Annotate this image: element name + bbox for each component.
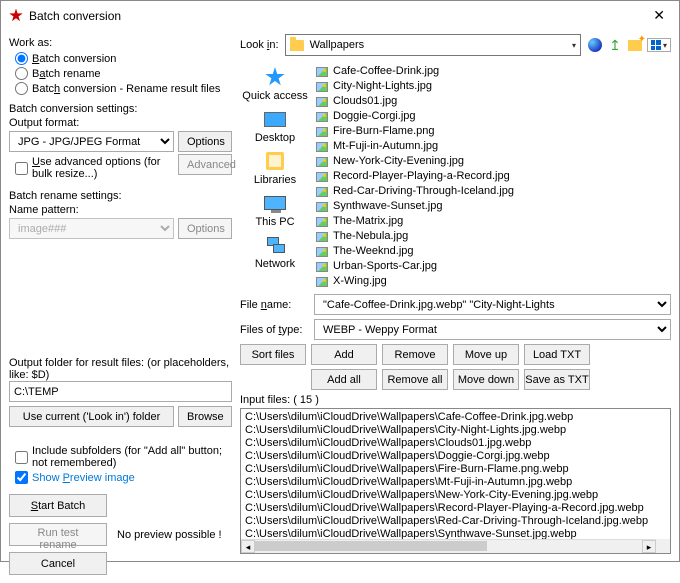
workas-label: Work as:	[9, 37, 232, 49]
place-desktop[interactable]: Desktop	[253, 106, 297, 146]
image-icon	[316, 172, 328, 182]
file-item[interactable]: Urban-Sports-Car.jpg	[314, 259, 667, 274]
image-icon	[316, 187, 328, 197]
show-preview-check[interactable]: Show Preview image	[15, 471, 232, 484]
back-icon[interactable]	[587, 37, 603, 53]
run-test-rename-button: Run test rename	[9, 523, 107, 546]
input-file-row[interactable]: C:\Users\dilum\iCloudDrive\Wallpapers\Mt…	[245, 476, 666, 489]
close-icon[interactable]: ✕	[647, 7, 671, 24]
image-icon	[316, 142, 328, 152]
titlebar: Batch conversion ✕	[1, 1, 679, 30]
file-item[interactable]: Fire-Burn-Flame.png	[314, 124, 667, 139]
input-file-row[interactable]: C:\Users\dilum\iCloudDrive\Wallpapers\Re…	[245, 502, 666, 515]
input-file-row[interactable]: C:\Users\dilum\iCloudDrive\Wallpapers\Re…	[245, 515, 666, 528]
file-item[interactable]: Red-Car-Driving-Through-Iceland.jpg	[314, 184, 667, 199]
image-icon	[316, 247, 328, 257]
file-item[interactable]: Clouds01.jpg	[314, 94, 667, 109]
load-txt-button[interactable]: Load TXT	[524, 344, 590, 365]
input-files-label: Input files: ( 15 )	[240, 394, 671, 406]
file-item[interactable]: Synthwave-Sunset.jpg	[314, 199, 667, 214]
image-icon	[316, 232, 328, 242]
input-file-row[interactable]: C:\Users\dilum\iCloudDrive\Wallpapers\Ci…	[245, 424, 666, 437]
input-file-row[interactable]: C:\Users\dilum\iCloudDrive\Wallpapers\Ca…	[245, 411, 666, 424]
input-files-list[interactable]: C:\Users\dilum\iCloudDrive\Wallpapers\Ca…	[240, 408, 671, 554]
new-folder-icon[interactable]	[627, 37, 643, 53]
name-pattern-select: image###	[9, 218, 174, 239]
place-network[interactable]: Network	[253, 232, 297, 272]
image-icon	[316, 112, 328, 122]
image-icon	[316, 202, 328, 212]
image-icon	[316, 217, 328, 227]
up-folder-icon[interactable]: ↥	[607, 37, 623, 53]
file-item[interactable]: Doggie-Corgi.jpg	[314, 109, 667, 124]
file-item[interactable]: The-Matrix.jpg	[314, 214, 667, 229]
cancel-button[interactable]: Cancel	[9, 552, 107, 575]
add-all-button[interactable]: Add all	[311, 369, 377, 390]
input-file-row[interactable]: C:\Users\dilum\iCloudDrive\Wallpapers\Fi…	[245, 463, 666, 476]
filetype-select[interactable]: WEBP - Weppy Format	[314, 319, 671, 340]
format-options-button[interactable]: Options	[178, 131, 232, 152]
file-item[interactable]: X-Wing.jpg	[314, 274, 667, 289]
pattern-label: Name pattern:	[9, 204, 232, 216]
output-format-select[interactable]: JPG - JPG/JPEG Format	[9, 131, 174, 152]
place-libraries[interactable]: Libraries	[252, 148, 298, 188]
image-icon	[316, 82, 328, 92]
move-up-button[interactable]: Move up	[453, 344, 519, 365]
filetype-label: Files of type:	[240, 324, 308, 336]
input-file-row[interactable]: C:\Users\dilum\iCloudDrive\Wallpapers\Cl…	[245, 437, 666, 450]
file-item[interactable]: Cafe-Coffee-Drink.jpg	[314, 64, 667, 79]
horizontal-scrollbar[interactable]: ◂▸	[241, 539, 656, 553]
radio-batch-rename[interactable]: Batch rename	[15, 67, 232, 80]
image-icon	[316, 67, 328, 77]
browse-button[interactable]: Browse	[178, 406, 232, 427]
advanced-button: Advanced	[178, 154, 232, 175]
chevron-down-icon: ▾	[572, 41, 576, 50]
window-title: Batch conversion	[29, 9, 647, 23]
file-item[interactable]: Record-Player-Playing-a-Record.jpg	[314, 169, 667, 184]
outfmt-label: Output format:	[9, 117, 232, 129]
file-list[interactable]: Cafe-Coffee-Drink.jpgCity-Night-Lights.j…	[310, 62, 671, 290]
place-this-pc[interactable]: This PC	[253, 190, 296, 230]
include-subfolders-check[interactable]: Include subfolders (for "Add all" button…	[15, 445, 232, 469]
file-item[interactable]: City-Night-Lights.jpg	[314, 79, 667, 94]
filename-input[interactable]: "Cafe-Coffee-Drink.jpg.webp" "City-Night…	[314, 294, 671, 315]
use-current-folder-button[interactable]: Use current ('Look in') folder	[9, 406, 174, 427]
save-txt-button[interactable]: Save as TXT	[524, 369, 590, 390]
app-icon	[9, 9, 23, 23]
start-batch-button[interactable]: Start Batch	[9, 494, 107, 517]
folder-icon	[290, 40, 304, 51]
sort-files-button[interactable]: Sort files	[240, 344, 306, 365]
image-icon	[316, 97, 328, 107]
image-icon	[316, 157, 328, 167]
file-item[interactable]: Mt-Fuji-in-Autumn.jpg	[314, 139, 667, 154]
no-preview-text: No preview possible !	[117, 529, 222, 541]
file-item[interactable]: New-York-City-Evening.jpg	[314, 154, 667, 169]
bcs-label: Batch conversion settings:	[9, 103, 232, 115]
brs-label: Batch rename settings:	[9, 190, 232, 202]
file-item[interactable]: The-Nebula.jpg	[314, 229, 667, 244]
radio-batch-conversion[interactable]: Batch conversion	[15, 52, 232, 65]
add-button[interactable]: Add	[311, 344, 377, 365]
image-icon	[316, 127, 328, 137]
input-file-row[interactable]: C:\Users\dilum\iCloudDrive\Wallpapers\Ne…	[245, 489, 666, 502]
move-down-button[interactable]: Move down	[453, 369, 519, 390]
lookin-label: Look in:	[240, 39, 279, 51]
output-folder-input[interactable]	[9, 381, 232, 402]
image-icon	[316, 262, 328, 272]
remove-button[interactable]: Remove	[382, 344, 448, 365]
file-item[interactable]: The-Weeknd.jpg	[314, 244, 667, 259]
rename-options-button: Options	[178, 218, 232, 239]
place-quick-access[interactable]: Quick access	[240, 64, 309, 104]
image-icon	[316, 277, 328, 287]
output-folder-label: Output folder for result files: (or plac…	[9, 357, 232, 381]
radio-batch-conv-rename[interactable]: Batch conversion - Rename result files	[15, 82, 232, 95]
filename-label: File name:	[240, 299, 308, 311]
view-menu-button[interactable]: ▾	[647, 38, 671, 52]
remove-all-button[interactable]: Remove all	[382, 369, 448, 390]
lookin-folder-select[interactable]: Wallpapers ▾	[285, 34, 581, 56]
advanced-options-check[interactable]: Use advanced options (for bulk resize...…	[15, 156, 174, 180]
input-file-row[interactable]: C:\Users\dilum\iCloudDrive\Wallpapers\Do…	[245, 450, 666, 463]
